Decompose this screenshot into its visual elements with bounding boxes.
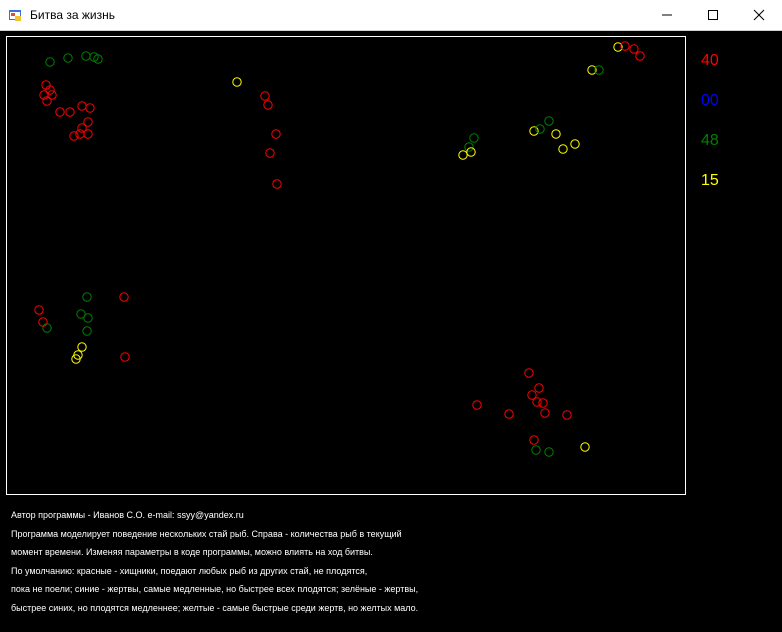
yellow-fish (558, 144, 568, 154)
green-fish (469, 133, 479, 143)
description-line: быстрее синих, но плодятся медленнее; же… (11, 602, 419, 613)
description-text: Автор программы - Иванов С.О. e-mail: ss… (11, 509, 711, 620)
red-fish (524, 368, 534, 378)
green-fish (42, 323, 52, 333)
minimize-icon (661, 9, 673, 21)
yellow-fish (77, 342, 87, 352)
close-icon (753, 9, 765, 21)
arena-border (6, 36, 686, 495)
red-fish (263, 100, 273, 110)
green-fish (63, 53, 73, 63)
yellow-fish (570, 139, 580, 149)
green-fish (535, 124, 545, 134)
red-fish (271, 129, 281, 139)
red-fish (120, 352, 130, 362)
description-line: Автор программы - Иванов С.О. e-mail: ss… (11, 510, 244, 520)
yellow-fish (232, 77, 242, 87)
red-fish (119, 292, 129, 302)
red-fish (504, 409, 514, 419)
close-button[interactable] (736, 0, 782, 30)
green-fish (544, 447, 554, 457)
red-fish (75, 129, 85, 139)
description-line: Программа моделирует поведение нескольки… (11, 528, 402, 539)
red-fish (77, 101, 87, 111)
green-fish (45, 57, 55, 67)
maximize-button[interactable] (690, 0, 736, 30)
fish-layer (34, 41, 645, 457)
yellow-fish (529, 126, 539, 136)
window-title: Битва за жизнь (30, 8, 115, 22)
green-fish (544, 116, 554, 126)
red-fish (472, 400, 482, 410)
green-fish (82, 292, 92, 302)
count-green: 48 (701, 132, 719, 149)
count-yellow: 15 (701, 172, 719, 189)
red-fish (83, 129, 93, 139)
title-bar[interactable]: Битва за жизнь (0, 0, 782, 31)
green-fish (81, 51, 91, 61)
red-fish (272, 179, 282, 189)
red-fish (265, 148, 275, 158)
red-fish (38, 317, 48, 327)
description-line: момент времени. Изменяя параметры в коде… (11, 547, 373, 557)
green-fish (83, 313, 93, 323)
count-blue: 00 (701, 92, 719, 109)
red-fish (534, 383, 544, 393)
green-fish (82, 326, 92, 336)
red-fish (538, 398, 548, 408)
red-fish (47, 90, 57, 100)
red-fish (635, 51, 645, 61)
green-fish (531, 445, 541, 455)
red-fish (529, 435, 539, 445)
red-fish (55, 107, 65, 117)
red-fish (260, 91, 270, 101)
count-red: 40 (701, 52, 719, 69)
red-fish (69, 131, 79, 141)
yellow-fish (580, 442, 590, 452)
description-line: пока не поели; синие - жертвы, самые мед… (11, 584, 419, 594)
green-fish (464, 142, 474, 152)
red-fish (562, 410, 572, 420)
app-window: Битва за жизнь 40 00 48 15 Автор програм… (0, 0, 782, 632)
maximize-icon (707, 9, 719, 21)
yellow-fish (466, 147, 476, 157)
red-fish (540, 408, 550, 418)
yellow-fish (458, 150, 468, 160)
description-line: По умолчанию: красные - хищники, поедают… (11, 565, 368, 576)
red-fish (34, 305, 44, 315)
red-fish (532, 397, 542, 407)
red-fish (629, 44, 639, 54)
client-area: 40 00 48 15 Автор программы - Иванов С.О… (0, 31, 782, 632)
red-fish (85, 103, 95, 113)
red-fish (65, 107, 75, 117)
form-app-icon (9, 8, 23, 22)
yellow-fish (551, 129, 561, 139)
minimize-button[interactable] (644, 0, 690, 30)
